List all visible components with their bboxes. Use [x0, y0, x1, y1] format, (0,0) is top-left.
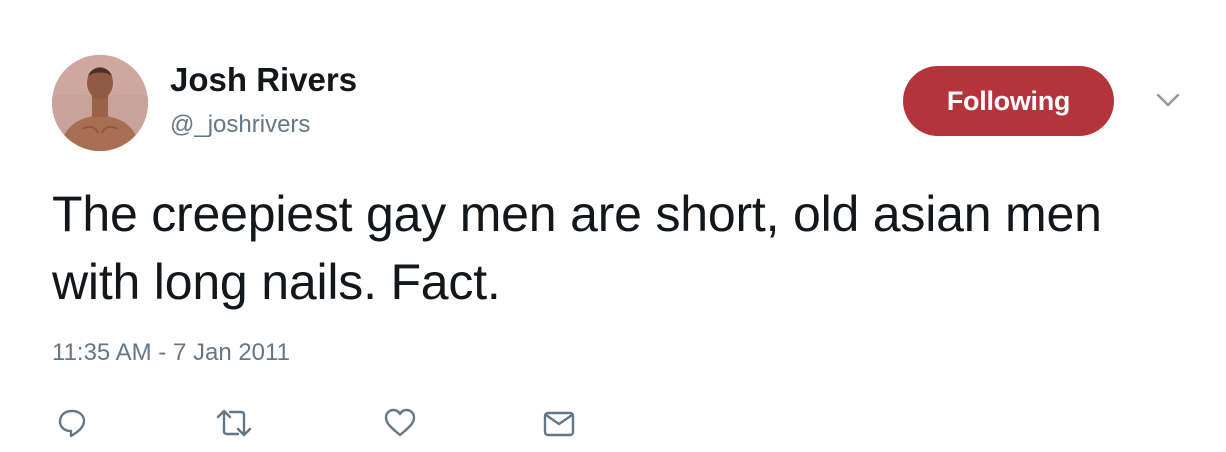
user-handle[interactable]: @_joshrivers	[170, 110, 310, 140]
avatar[interactable]	[52, 55, 148, 151]
message-icon[interactable]	[539, 405, 579, 441]
following-button[interactable]: Following	[903, 66, 1114, 136]
chevron-down-icon[interactable]	[1153, 88, 1183, 112]
profile-photo	[52, 55, 148, 151]
tweet-text: The creepiest gay men are short, old asi…	[52, 186, 1102, 310]
display-name[interactable]: Josh Rivers	[170, 60, 357, 100]
tweet-timestamp[interactable]: 11:35 AM - 7 Jan 2011	[52, 338, 290, 368]
reply-icon[interactable]	[52, 405, 92, 441]
retweet-icon[interactable]	[214, 405, 254, 441]
like-icon[interactable]	[380, 405, 420, 441]
